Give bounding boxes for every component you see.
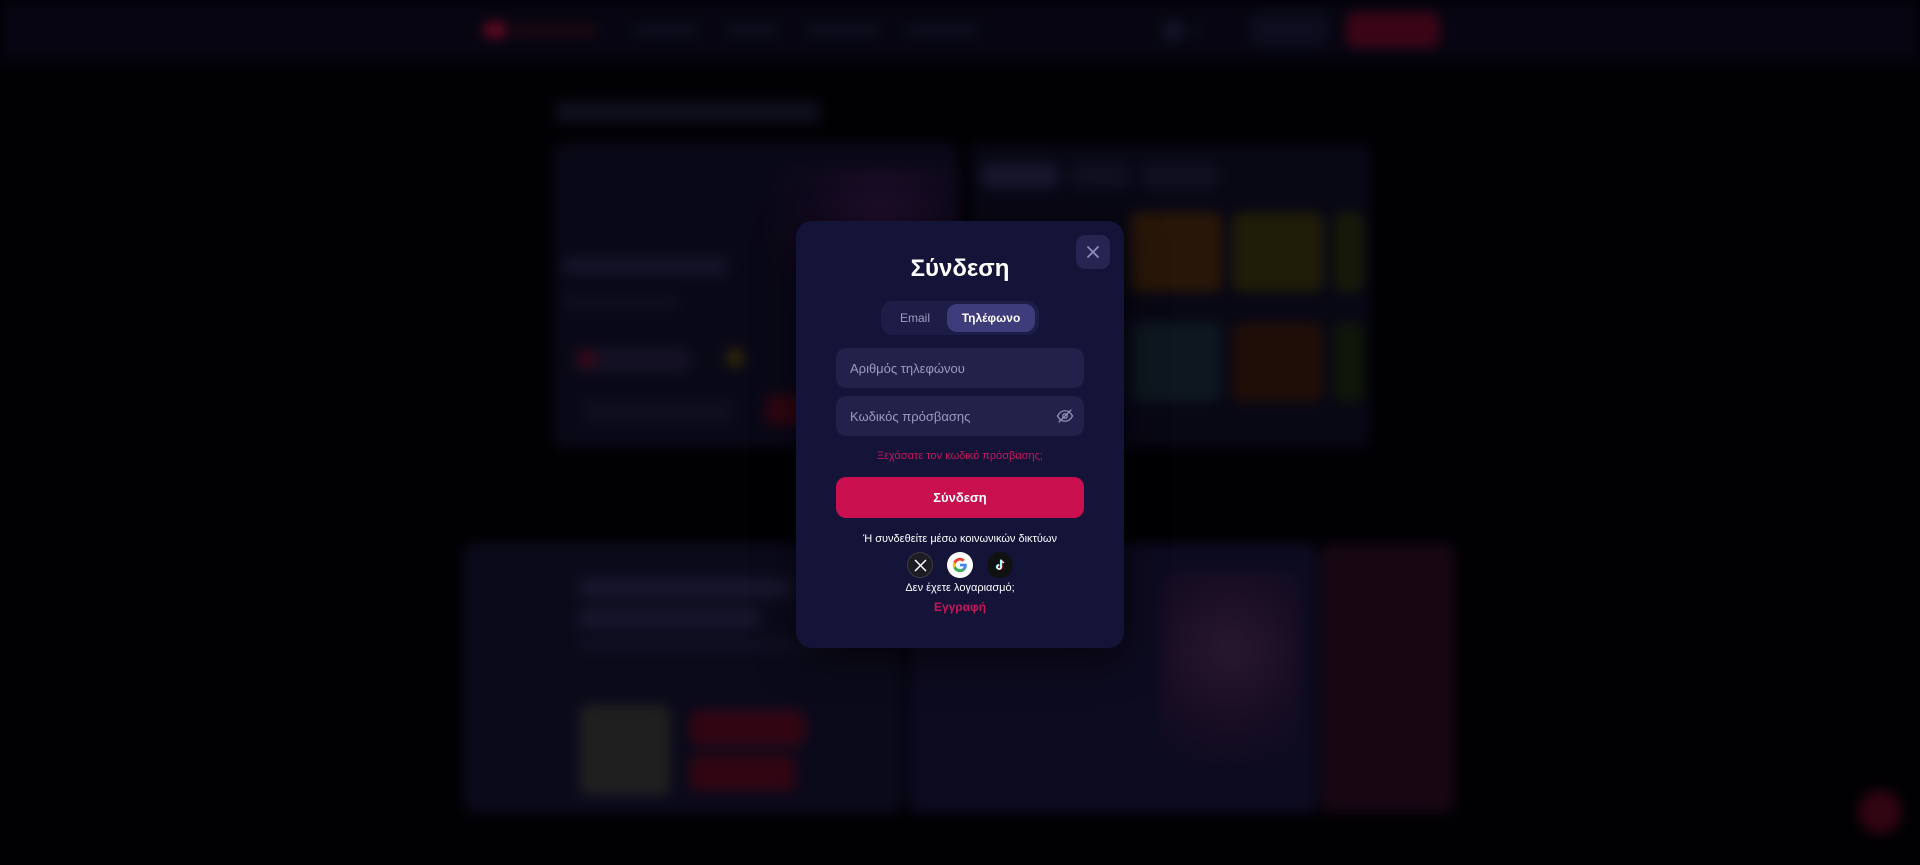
x-login-button[interactable] bbox=[907, 552, 933, 578]
google-login-button[interactable] bbox=[947, 552, 973, 578]
no-account-text: Δεν έχετε λογαριασμό; bbox=[905, 582, 1015, 594]
x-icon bbox=[914, 559, 926, 571]
forgot-password-link[interactable]: Ξεχάσατε τον κωδικό πρόσβασης; bbox=[796, 450, 1124, 462]
phone-input[interactable] bbox=[836, 348, 1084, 388]
tab-email[interactable]: Email bbox=[885, 304, 945, 332]
login-method-tabs: Email Τηλέφωνο bbox=[881, 301, 1039, 335]
eye-off-icon[interactable] bbox=[1056, 407, 1074, 425]
login-submit-button[interactable]: Σύνδεση bbox=[836, 477, 1084, 518]
modal-title: Σύνδεση bbox=[910, 255, 1010, 282]
tiktok-icon bbox=[995, 559, 1005, 571]
password-input[interactable] bbox=[836, 396, 1084, 436]
phone-field bbox=[836, 348, 1084, 388]
social-login-buttons bbox=[796, 552, 1124, 580]
google-icon bbox=[952, 557, 967, 573]
register-link[interactable]: Εγγραφή bbox=[796, 600, 1124, 614]
tiktok-login-button[interactable] bbox=[987, 552, 1013, 578]
tab-phone[interactable]: Τηλέφωνο bbox=[947, 304, 1035, 332]
social-login-text: Ή συνδεθείτε μέσω κοινωνικών δικτύων bbox=[862, 533, 1058, 545]
password-field bbox=[836, 396, 1084, 436]
login-modal: Σύνδεση Email Τηλέφωνο Ξεχάσατε τον κωδι… bbox=[796, 221, 1124, 648]
